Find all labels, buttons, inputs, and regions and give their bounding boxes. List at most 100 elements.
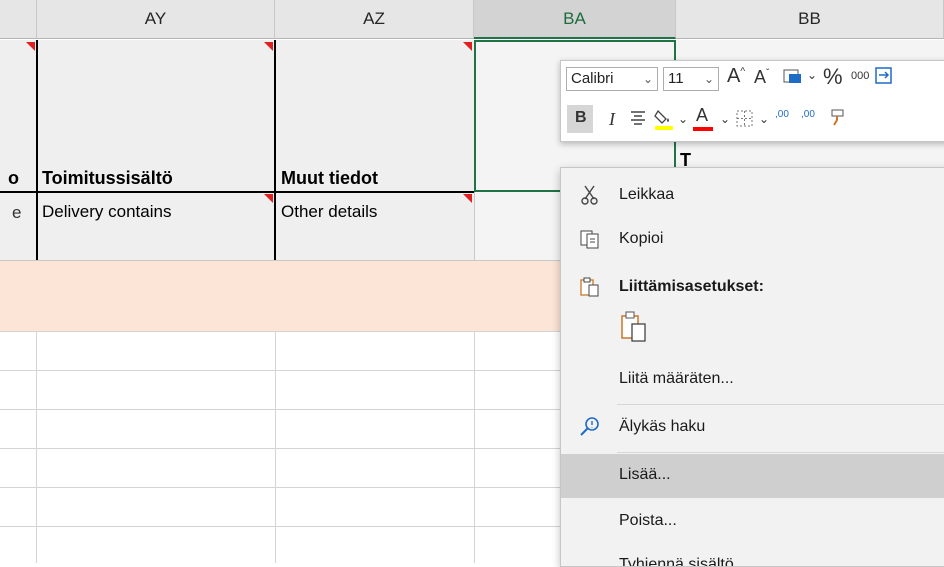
increase-decimal-button[interactable]: ,00 xyxy=(775,109,789,120)
cell-ay-header[interactable]: Toimitussisältö xyxy=(42,168,173,189)
menu-item-label: Poista... xyxy=(619,512,677,529)
column-label-ay: AY xyxy=(144,9,167,28)
grid-line xyxy=(0,370,560,371)
paste-icon xyxy=(621,311,646,342)
comment-indicator[interactable] xyxy=(463,42,472,51)
format-painter-icon xyxy=(831,109,844,126)
grid-line xyxy=(0,409,560,410)
grow-font-icon: A xyxy=(727,65,741,87)
header-area-fill xyxy=(0,40,474,260)
center-align-button[interactable] xyxy=(629,109,647,132)
menu-item-insert[interactable]: Lisää... xyxy=(561,454,944,498)
grid-line xyxy=(0,448,560,449)
italic-icon: I xyxy=(609,109,615,129)
column-header-bb[interactable]: BB xyxy=(676,0,944,39)
menu-item-cut[interactable]: Leikkaa xyxy=(561,174,944,218)
comment-indicator[interactable] xyxy=(463,194,472,203)
decrease-decimal-button[interactable]: ,00 xyxy=(801,109,815,120)
bold-icon: B xyxy=(575,109,587,126)
menu-item-smart-lookup[interactable]: Älykäs haku xyxy=(561,406,944,450)
bold-button[interactable]: B xyxy=(567,105,593,133)
cell-text-truncated: e xyxy=(12,203,22,222)
menu-section-label: Liittämisasetukset: xyxy=(619,278,764,295)
cell-border xyxy=(36,40,38,260)
mini-toolbar: Calibri ⌄ 11 ⌄ A^ Aˇ ⌄ % 000 B I ⌄ A ⌄ ⌄… xyxy=(560,60,944,142)
cell-az-subheader[interactable]: Other details xyxy=(281,202,377,222)
chevron-down-icon[interactable]: ⌄ xyxy=(807,68,817,82)
column-label-bb: BB xyxy=(798,9,821,28)
cell-border xyxy=(0,191,474,193)
column-label-ba: BA xyxy=(563,8,586,28)
font-color-icon: A xyxy=(696,105,709,125)
grid-line xyxy=(0,487,560,488)
merge-center-icon xyxy=(875,67,892,84)
cell-styles-button[interactable] xyxy=(783,67,805,90)
font-color-swatch xyxy=(693,127,713,131)
cell-ay-subheader[interactable]: Delivery contains xyxy=(42,202,171,222)
align-center-icon xyxy=(631,111,645,125)
font-name-dropdown[interactable]: Calibri ⌄ xyxy=(566,67,658,91)
cell-text-truncated: o xyxy=(8,168,19,188)
chevron-down-icon[interactable]: ⌄ xyxy=(720,112,730,126)
increase-decimal-icon: ,00 xyxy=(775,109,789,120)
column-header-ax[interactable] xyxy=(0,0,37,39)
menu-separator xyxy=(617,404,944,405)
chevron-down-icon[interactable]: ⌄ xyxy=(678,112,688,126)
paste-icon xyxy=(580,277,599,297)
percent-icon: % xyxy=(823,64,843,89)
column-header-ay[interactable]: AY xyxy=(37,0,275,39)
menu-item-paste-special[interactable]: Liitä määräten... xyxy=(561,358,944,402)
shrink-font-icon: A xyxy=(754,67,767,87)
context-menu: Leikkaa Kopioi Liittämisasetukset: Liitä… xyxy=(560,167,944,567)
menu-item-label: Leikkaa xyxy=(619,186,675,203)
comma-style-icon: 000 xyxy=(851,70,870,82)
grid-line xyxy=(474,192,475,260)
menu-item-label: Liitä määräten... xyxy=(619,370,734,387)
chevron-down-icon: ⌄ xyxy=(642,72,653,86)
comma-style-button[interactable]: 000 xyxy=(851,70,869,82)
menu-item-label: Lisää... xyxy=(619,466,671,483)
borders-icon xyxy=(736,110,753,127)
grid-line xyxy=(0,331,560,332)
paste-option-button[interactable] xyxy=(619,310,649,344)
decrease-decimal-icon: ,00 xyxy=(801,109,815,120)
chevron-down-icon: ⌄ xyxy=(703,72,714,86)
grid-line xyxy=(36,331,37,563)
cell-border xyxy=(274,40,276,260)
copy-icon xyxy=(580,230,599,249)
font-size-value: 11 xyxy=(668,70,684,87)
column-header-ba[interactable]: BA xyxy=(474,0,676,39)
comment-indicator[interactable] xyxy=(264,42,273,51)
menu-separator xyxy=(617,452,944,453)
grid-line xyxy=(0,526,560,527)
menu-item-delete[interactable]: Poista... xyxy=(561,500,944,544)
chevron-down-icon[interactable]: ⌄ xyxy=(759,112,769,126)
grid-line xyxy=(474,331,475,563)
menu-item-label: Älykäs haku xyxy=(619,418,706,435)
font-size-dropdown[interactable]: 11 ⌄ xyxy=(663,67,719,91)
scissors-icon xyxy=(581,185,598,205)
menu-item-clear-contents[interactable]: Tyhjennä sisältö xyxy=(561,544,944,567)
menu-item-copy[interactable]: Kopioi xyxy=(561,218,944,262)
menu-item-label: Tyhjennä sisältö xyxy=(619,556,734,567)
grow-font-button[interactable]: A^ xyxy=(727,65,745,88)
column-label-az: AZ xyxy=(363,9,385,28)
cell-styles-icon xyxy=(783,69,801,83)
shrink-font-button[interactable]: Aˇ xyxy=(754,67,769,88)
font-name-value: Calibri xyxy=(571,70,614,87)
percent-style-button[interactable]: % xyxy=(823,64,843,90)
column-header-az[interactable]: AZ xyxy=(275,0,474,39)
comment-indicator[interactable] xyxy=(26,42,35,51)
merge-center-button[interactable] xyxy=(875,67,893,90)
borders-button[interactable] xyxy=(735,109,755,134)
grid-line xyxy=(275,331,276,563)
smart-lookup-icon xyxy=(580,417,599,436)
italic-button[interactable]: I xyxy=(609,109,615,130)
menu-item-label: Kopioi xyxy=(619,230,664,247)
format-painter-button[interactable] xyxy=(829,107,849,132)
fill-color-button[interactable] xyxy=(653,107,675,136)
fill-bucket-icon xyxy=(654,109,673,130)
cell-az-header[interactable]: Muut tiedot xyxy=(281,168,378,189)
comment-indicator[interactable] xyxy=(264,194,273,203)
menu-item-paste-options: Liittämisasetukset: xyxy=(561,266,944,310)
